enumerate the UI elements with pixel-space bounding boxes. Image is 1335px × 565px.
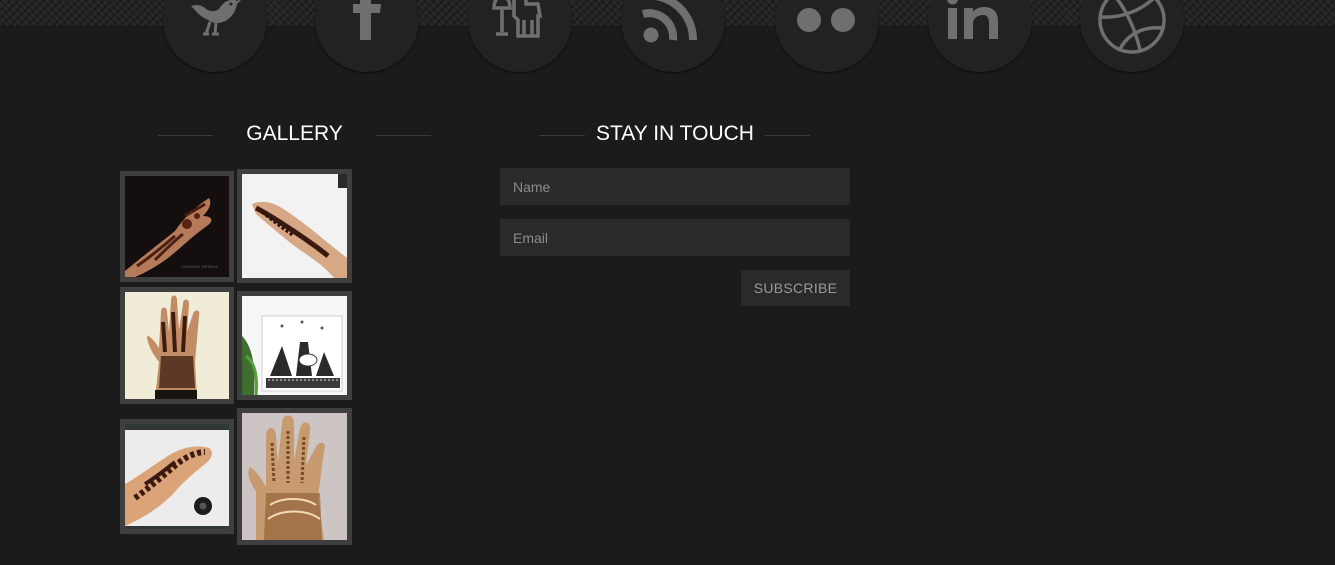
gallery-image-3 — [125, 292, 229, 399]
social-links — [0, 0, 1335, 80]
flickr-icon — [797, 8, 855, 32]
facebook-icon — [353, 0, 381, 40]
gallery-thumb-3[interactable] — [120, 287, 234, 404]
dribbble-icon — [1098, 0, 1166, 54]
gallery-image-4 — [242, 296, 347, 395]
gallery-thumb-1[interactable]: JANNAH HENNA — [120, 171, 234, 282]
subscribe-button[interactable]: SUBSCRIBE — [741, 270, 850, 306]
gallery-rule-right — [376, 135, 431, 136]
name-field[interactable] — [500, 168, 850, 205]
myspace-link[interactable] — [468, 0, 572, 72]
newsletter-heading: STAY IN TOUCH — [585, 122, 765, 150]
gallery-image-1: JANNAH HENNA — [125, 176, 229, 277]
myspace-icon — [492, 0, 543, 38]
facebook-link[interactable] — [315, 0, 419, 72]
email-field[interactable] — [500, 219, 850, 256]
dribbble-link[interactable] — [1080, 0, 1184, 72]
gallery-thumb-6[interactable] — [237, 408, 352, 545]
gallery-rule-left — [158, 135, 213, 136]
gallery-thumb-4[interactable] — [237, 291, 352, 400]
gallery-image-5 — [125, 424, 229, 529]
gallery-thumb-2[interactable] — [237, 169, 352, 283]
flickr-link[interactable] — [775, 0, 879, 72]
linkedin-link[interactable] — [928, 0, 1032, 72]
twitter-link[interactable] — [163, 0, 267, 72]
rss-icon — [641, 0, 698, 43]
twitter-bird-icon — [191, 0, 241, 36]
svg-text:JANNAH HENNA: JANNAH HENNA — [181, 264, 218, 269]
gallery-image-2 — [242, 174, 347, 278]
gallery-image-6 — [242, 413, 347, 540]
rss-link[interactable] — [621, 0, 725, 72]
linkedin-icon — [947, 0, 998, 39]
gallery-heading: GALLERY — [246, 122, 343, 145]
gallery-thumb-5[interactable] — [120, 419, 234, 534]
